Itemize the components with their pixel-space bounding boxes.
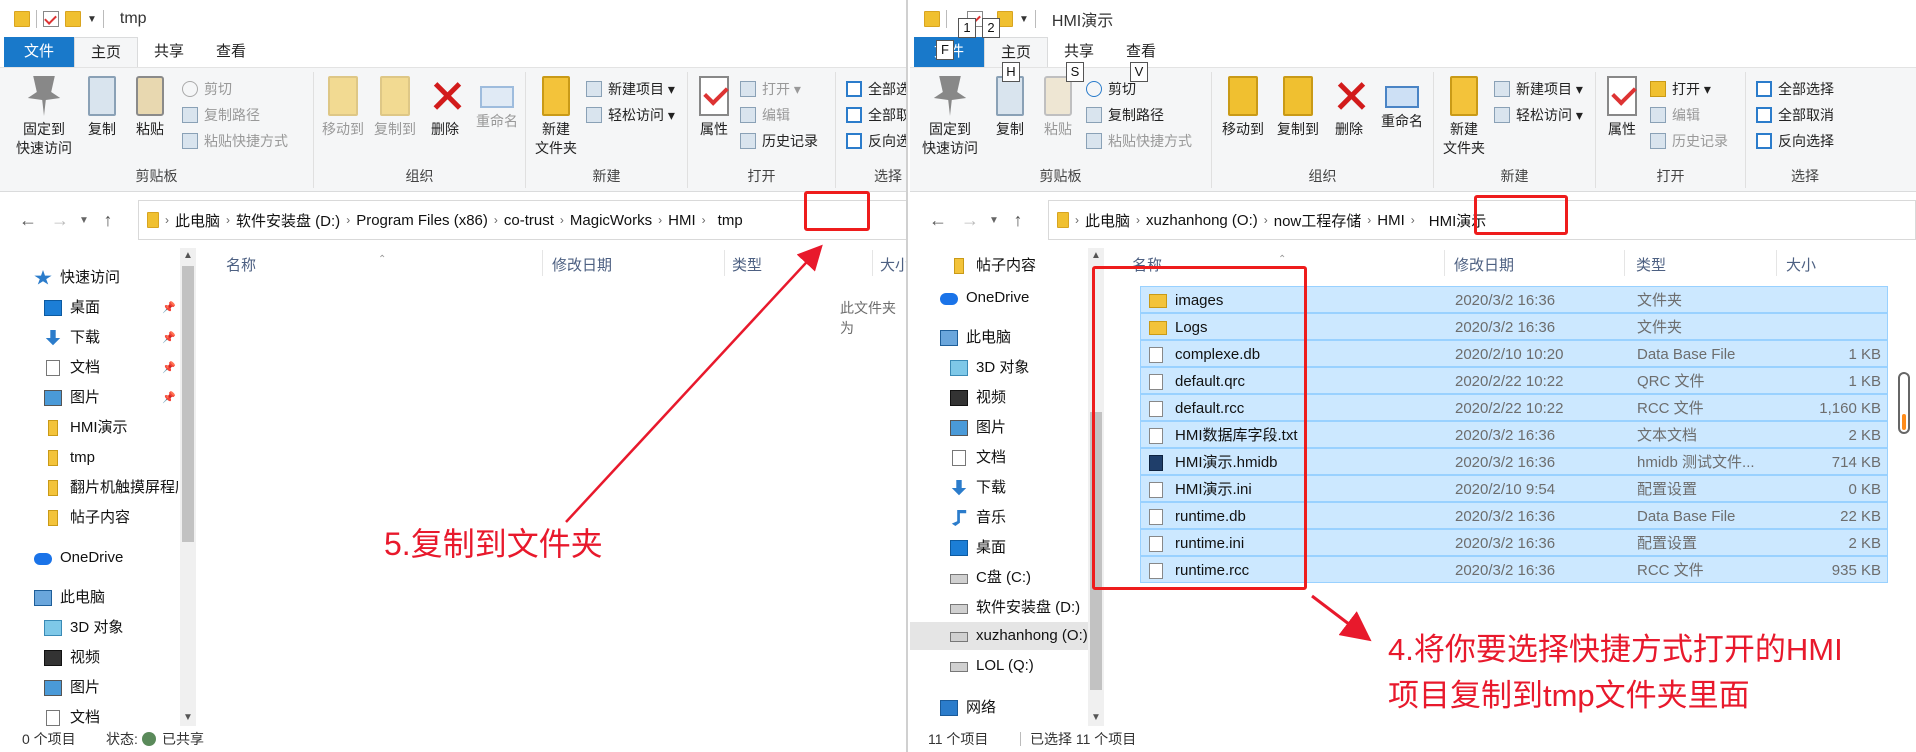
arrow-step4 xyxy=(1311,594,1372,642)
annotation-step4-line2: 项目复制到tmp文件夹里面 xyxy=(1388,678,1750,713)
arrow-step5 xyxy=(565,244,823,523)
annotation-step5: 5.复制到文件夹 xyxy=(384,526,603,562)
annotation-step4-line1: 4.将你要选择快捷方式打开的HMI xyxy=(1388,632,1843,667)
